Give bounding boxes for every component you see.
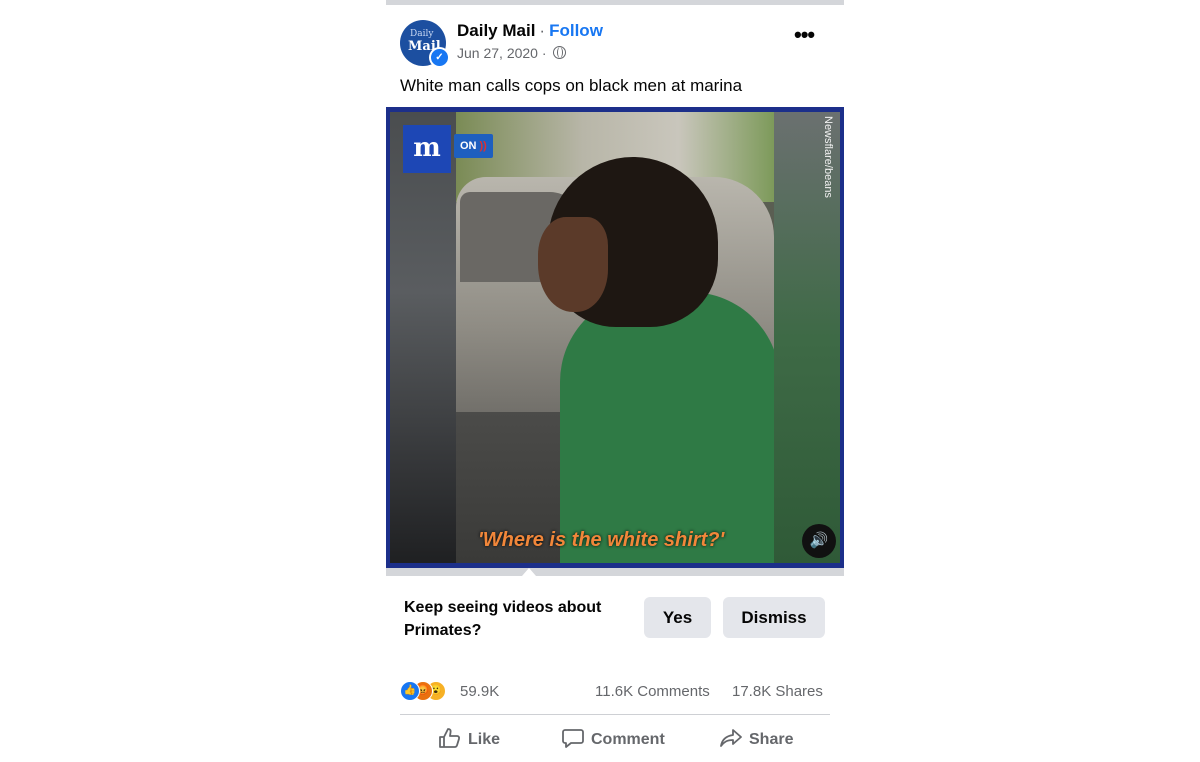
post-caption: White man calls cops on black men at mar… — [400, 76, 743, 95]
more-options-icon[interactable]: ••• — [794, 24, 820, 46]
stats-divider — [400, 714, 830, 715]
comment-label: Comment — [591, 731, 665, 748]
comments-count[interactable]: 11.6K Comments — [595, 683, 710, 700]
facebook-post: Daily Mail ✓ Daily Mail · Follow Jun 27, 2… — [386, 0, 844, 762]
share-label: Share — [749, 731, 794, 748]
video-subtitle: 'Where is the white shirt?' — [478, 529, 725, 551]
yes-button[interactable]: Yes — [644, 597, 711, 638]
person-face-image — [538, 217, 608, 312]
like-button[interactable]: Like — [439, 728, 500, 750]
daily-mail-logo-icon: m — [403, 125, 451, 173]
thumbs-up-icon — [439, 728, 461, 748]
sound-waves-icon: )) — [479, 140, 487, 152]
video-watermark: Newsflare/beans — [822, 116, 834, 198]
reaction-icons[interactable]: 👍 😡 😮 — [400, 681, 460, 701]
share-button[interactable]: Share — [720, 728, 793, 750]
reactions-count[interactable]: 59.9K — [460, 683, 499, 700]
person-shirt-image — [560, 292, 780, 563]
callout-notch — [522, 568, 536, 576]
like-label: Like — [468, 731, 501, 748]
post-meta: Jun 27, 2020 · — [457, 45, 567, 61]
separator-dot: · — [539, 21, 546, 40]
verified-badge-icon: ✓ — [429, 47, 450, 68]
blurred-left-panel — [390, 112, 456, 563]
post-author-row: Daily Mail · Follow — [457, 21, 603, 41]
top-divider — [386, 0, 844, 5]
avatar-text-top: Daily — [410, 29, 434, 39]
page-name[interactable]: Daily Mail — [457, 21, 535, 40]
dismiss-button[interactable]: Dismiss — [723, 597, 825, 638]
feedback-prompt: Keep seeing videos about Primates? — [404, 599, 602, 639]
follow-button[interactable]: Follow — [549, 21, 603, 40]
sound-on-badge: ON)) — [454, 134, 493, 158]
comment-button[interactable]: Comment — [562, 728, 665, 750]
volume-icon[interactable]: 🔊 — [802, 524, 836, 558]
video-bottom-bar — [386, 568, 844, 576]
share-icon — [720, 729, 742, 747]
sound-on-label: ON — [460, 140, 477, 152]
shares-count[interactable]: 17.8K Shares — [732, 683, 823, 700]
video-player[interactable]: m ON)) Newsflare/beans 'Where is the whi… — [386, 107, 844, 568]
video-frame[interactable]: m ON)) Newsflare/beans 'Where is the whi… — [390, 112, 840, 563]
comment-icon — [562, 729, 584, 748]
like-reaction-icon: 👍 — [400, 681, 420, 701]
post-date[interactable]: Jun 27, 2020 · — [457, 45, 547, 61]
globe-icon — [553, 46, 567, 59]
